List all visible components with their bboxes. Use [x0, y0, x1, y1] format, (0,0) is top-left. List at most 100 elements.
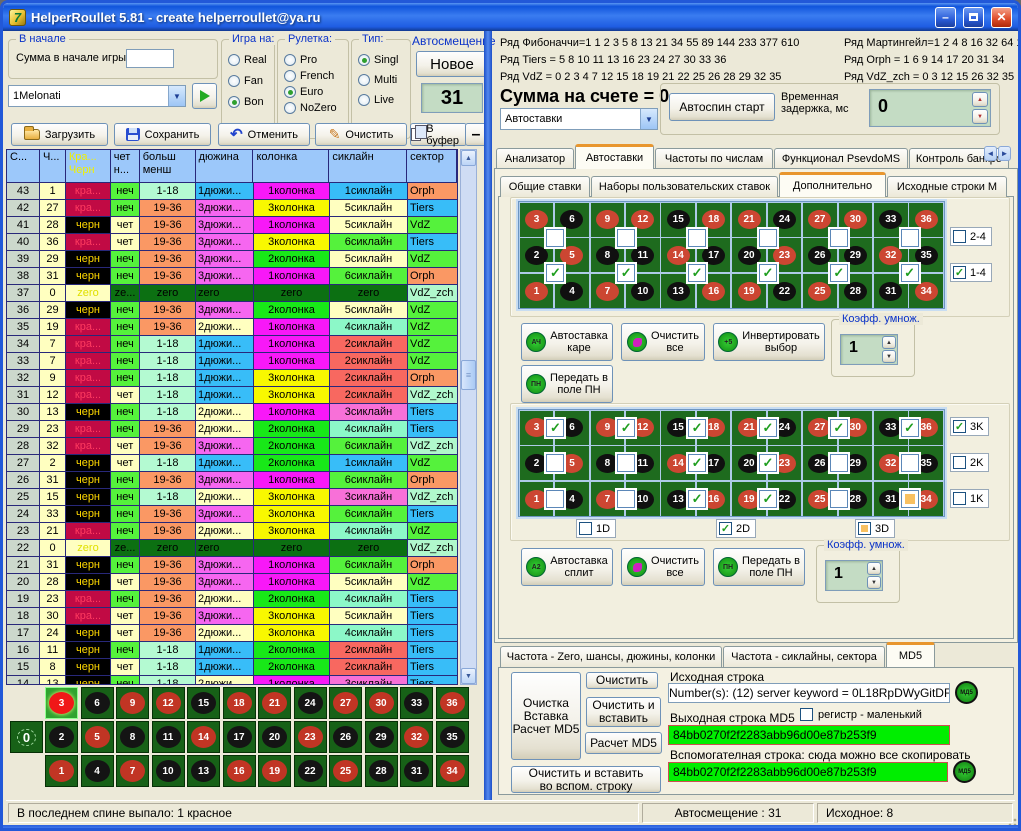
- toolbar-в-буфер-button[interactable]: В буфер: [410, 123, 467, 146]
- spin-down-icon[interactable]: ▼: [882, 350, 896, 363]
- board-cell-30[interactable]: 30: [365, 687, 398, 719]
- check-3d[interactable]: 3D: [855, 519, 895, 538]
- split-check-r1-3[interactable]: ✓: [688, 419, 706, 437]
- check-2d[interactable]: ✓2D: [716, 519, 756, 538]
- tab-дополнительно[interactable]: Дополнительно: [779, 172, 886, 197]
- split-check-r2-3[interactable]: ✓: [688, 454, 706, 472]
- board-cell-27[interactable]: 27: [329, 687, 362, 719]
- corner-check-top-6[interactable]: [901, 229, 919, 247]
- board-cell-25[interactable]: 25: [329, 755, 362, 787]
- radio-bon[interactable]: Bon: [228, 96, 274, 108]
- board-cell-10[interactable]: 10: [152, 755, 185, 787]
- radio-french[interactable]: French: [284, 70, 348, 82]
- split-check-r1-2[interactable]: ✓: [617, 419, 635, 437]
- board-cell-19[interactable]: 19: [258, 755, 291, 787]
- split-check-r1-6[interactable]: ✓: [901, 419, 919, 437]
- board-cell-13[interactable]: 13: [187, 755, 220, 787]
- corner-check-top-2[interactable]: [617, 229, 635, 247]
- preset-combo[interactable]: 1Melonati ▼: [8, 85, 186, 107]
- очистить-все-button[interactable]: Очиститьвсе: [621, 323, 705, 361]
- md5-calc-button[interactable]: Расчет MD5: [585, 732, 662, 754]
- check-2-4[interactable]: 2-4: [950, 227, 992, 246]
- check-1-4[interactable]: ✓1-4: [950, 263, 992, 282]
- board-cell-31[interactable]: 31: [400, 755, 433, 787]
- radio-pro[interactable]: Pro: [284, 54, 348, 66]
- close-button[interactable]: ✕: [991, 7, 1012, 28]
- split-check-r2-4[interactable]: ✓: [759, 454, 777, 472]
- board-cell-29[interactable]: 29: [365, 721, 398, 753]
- tab-частоты-по-числам[interactable]: Частоты по числам: [655, 148, 773, 169]
- start-sum-input[interactable]: [126, 49, 174, 68]
- board-cell-2[interactable]: 2: [45, 721, 78, 753]
- autospin-start-button[interactable]: Автоспин старт: [669, 93, 775, 121]
- md5-icon[interactable]: МД5: [953, 760, 976, 783]
- board-cell-1[interactable]: 1: [45, 755, 78, 787]
- board-cell-23[interactable]: 23: [294, 721, 327, 753]
- toolbar-сохранить-button[interactable]: Сохранить: [114, 123, 211, 146]
- corner-check-bottom-6[interactable]: ✓: [901, 264, 919, 282]
- board-cell-36[interactable]: 36: [436, 687, 469, 719]
- radio-real[interactable]: Real: [228, 54, 274, 66]
- board-cell-28[interactable]: 28: [365, 755, 398, 787]
- split-check-r3-2[interactable]: [617, 490, 635, 508]
- check-1d[interactable]: 1D: [576, 519, 616, 538]
- board-cell-26[interactable]: 26: [329, 721, 362, 753]
- tab-исходные-строки-м[interactable]: Исходные строки М: [887, 176, 1007, 197]
- minimize-button[interactable]: –: [935, 7, 956, 28]
- md5-source-input[interactable]: [668, 683, 950, 703]
- tab-функционал-psevdoms[interactable]: Функционал PsevdoMS: [774, 148, 908, 169]
- md5-clear-paste-aux-button[interactable]: Очистить и вставить во вспом. строку: [511, 766, 661, 793]
- board-cell-20[interactable]: 20: [258, 721, 291, 753]
- scroll-down-icon[interactable]: ▼: [461, 668, 476, 684]
- autobets-combo[interactable]: Автоставки ▼: [500, 108, 658, 130]
- md5-case-checkbox[interactable]: регистр - маленький: [800, 708, 922, 721]
- tab-md5[interactable]: MD5: [886, 642, 935, 667]
- chevron-down-icon[interactable]: ▼: [640, 109, 657, 129]
- corner-check-bottom-1[interactable]: ✓: [546, 264, 564, 282]
- tab-анализатор[interactable]: Анализатор: [496, 148, 574, 169]
- board-cell-33[interactable]: 33: [400, 687, 433, 719]
- board-cell-24[interactable]: 24: [294, 687, 327, 719]
- split-check-r1-4[interactable]: ✓: [759, 419, 777, 437]
- split-check-r1-1[interactable]: ✓: [546, 419, 564, 437]
- scroll-up-icon[interactable]: ▲: [461, 150, 476, 166]
- radio-live[interactable]: Live: [358, 94, 410, 106]
- board-cell-34[interactable]: 34: [436, 755, 469, 787]
- передать-в-поле-пн-button[interactable]: ПНПередать вполе ПН: [521, 365, 613, 403]
- corner-check-bottom-4[interactable]: ✓: [759, 264, 777, 282]
- check-2k[interactable]: 2K: [950, 453, 989, 472]
- toolbar-загрузить-button[interactable]: Загрузить: [11, 123, 108, 146]
- split-check-r3-5[interactable]: [830, 490, 848, 508]
- tab-частота-zero-шансы-дюжины-колонки[interactable]: Частота - Zero, шансы, дюжины, колонки: [500, 646, 722, 667]
- board-cell-21[interactable]: 21: [258, 687, 291, 719]
- split-check-r1-5[interactable]: ✓: [830, 419, 848, 437]
- автоставка-сплит-button[interactable]: А2Автоставкасплит: [521, 548, 613, 586]
- board-cell-12[interactable]: 12: [152, 687, 185, 719]
- board-cell-9[interactable]: 9: [116, 687, 149, 719]
- board-cell-14[interactable]: 14: [187, 721, 220, 753]
- tab-автоставки[interactable]: Автоставки: [575, 144, 654, 169]
- maximize-button[interactable]: [963, 7, 984, 28]
- split-check-r3-3[interactable]: ✓: [688, 490, 706, 508]
- spin-down-icon[interactable]: ▼: [972, 109, 988, 124]
- board-cell-11[interactable]: 11: [152, 721, 185, 753]
- board-cell-22[interactable]: 22: [294, 755, 327, 787]
- tab-частота-сиклайны-сектора[interactable]: Частота - сиклайны, сектора: [723, 646, 885, 667]
- pane-splitter[interactable]: [484, 31, 492, 800]
- toolbar-очистить-button[interactable]: ✎Очистить: [315, 123, 407, 146]
- corner-check-top-3[interactable]: [688, 229, 706, 247]
- chevron-down-icon[interactable]: ▼: [168, 86, 185, 106]
- spin-down-icon[interactable]: ▼: [867, 576, 881, 589]
- spin-up-icon[interactable]: ▲: [867, 562, 881, 575]
- radio-fan[interactable]: Fan: [228, 75, 274, 87]
- board-cell-7[interactable]: 7: [116, 755, 149, 787]
- board-cell-8[interactable]: 8: [116, 721, 149, 753]
- radio-euro[interactable]: Euro: [284, 86, 348, 98]
- split-check-r3-4[interactable]: ✓: [759, 490, 777, 508]
- tab-наборы-пользовательских-ставок[interactable]: Наборы пользовательских ставок: [591, 176, 778, 197]
- radio-nozero[interactable]: NoZero: [284, 102, 348, 114]
- corner-check-top-5[interactable]: [830, 229, 848, 247]
- board-cell-16[interactable]: 16: [223, 755, 256, 787]
- md5-clear-button[interactable]: Очистить: [586, 672, 658, 689]
- check-1k[interactable]: 1K: [950, 489, 989, 508]
